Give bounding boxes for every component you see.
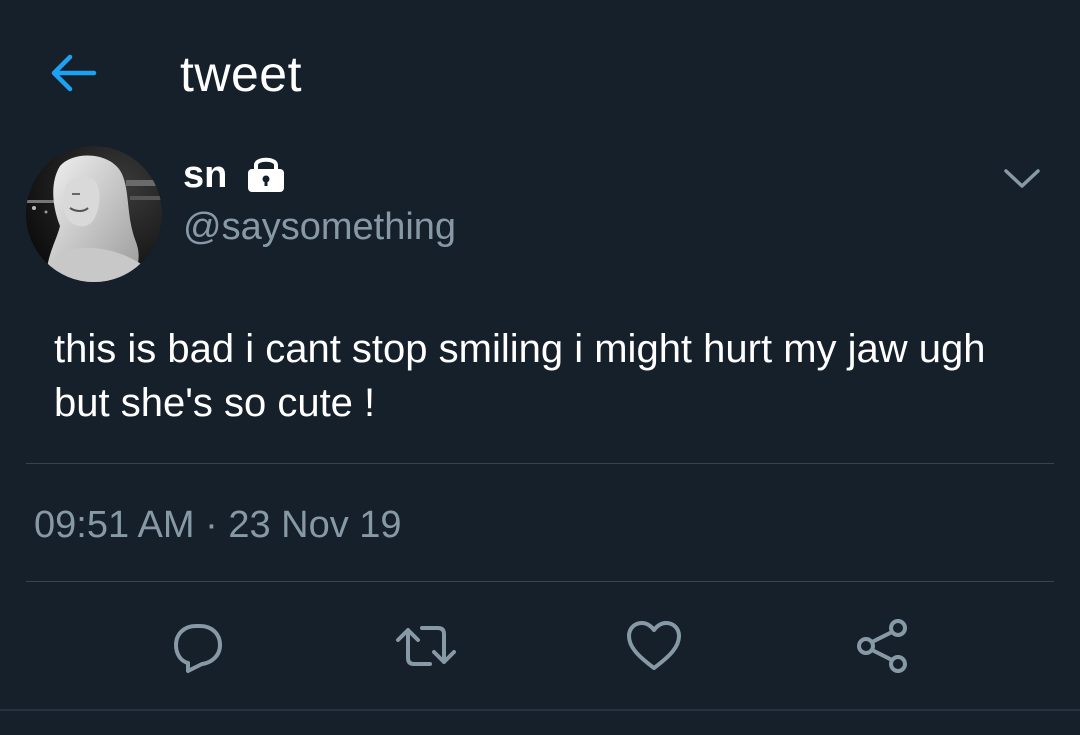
page-title: tweet [180, 46, 303, 102]
tweet-text: this is bad i cant stop smiling i might … [54, 327, 986, 425]
heart-icon [627, 621, 681, 670]
share-button[interactable] [850, 614, 914, 678]
retweet-icon [396, 626, 456, 666]
profile-photo [26, 146, 162, 282]
tweet-timestamp[interactable]: 09:51 AM · 23 Nov 19 [34, 502, 402, 548]
avatar[interactable] [26, 146, 162, 282]
divider [26, 463, 1054, 464]
retweet-button[interactable] [394, 614, 458, 678]
lock-icon [244, 152, 288, 194]
tweet-menu-button[interactable] [998, 160, 1046, 198]
back-button[interactable] [46, 48, 100, 98]
divider [26, 581, 1054, 582]
reply-icon [174, 624, 222, 673]
reply-button[interactable] [166, 614, 230, 678]
tweet-detail-screen: tweet sn @saysomething this is bad i can… [0, 0, 1080, 735]
arrow-left-icon [51, 54, 97, 92]
bottom-divider [0, 709, 1080, 711]
share-icon [857, 619, 907, 673]
like-button[interactable] [622, 614, 686, 678]
display-name[interactable]: sn [183, 152, 227, 198]
chevron-down-icon [1004, 169, 1040, 188]
user-handle[interactable]: @saysomething [183, 204, 456, 250]
